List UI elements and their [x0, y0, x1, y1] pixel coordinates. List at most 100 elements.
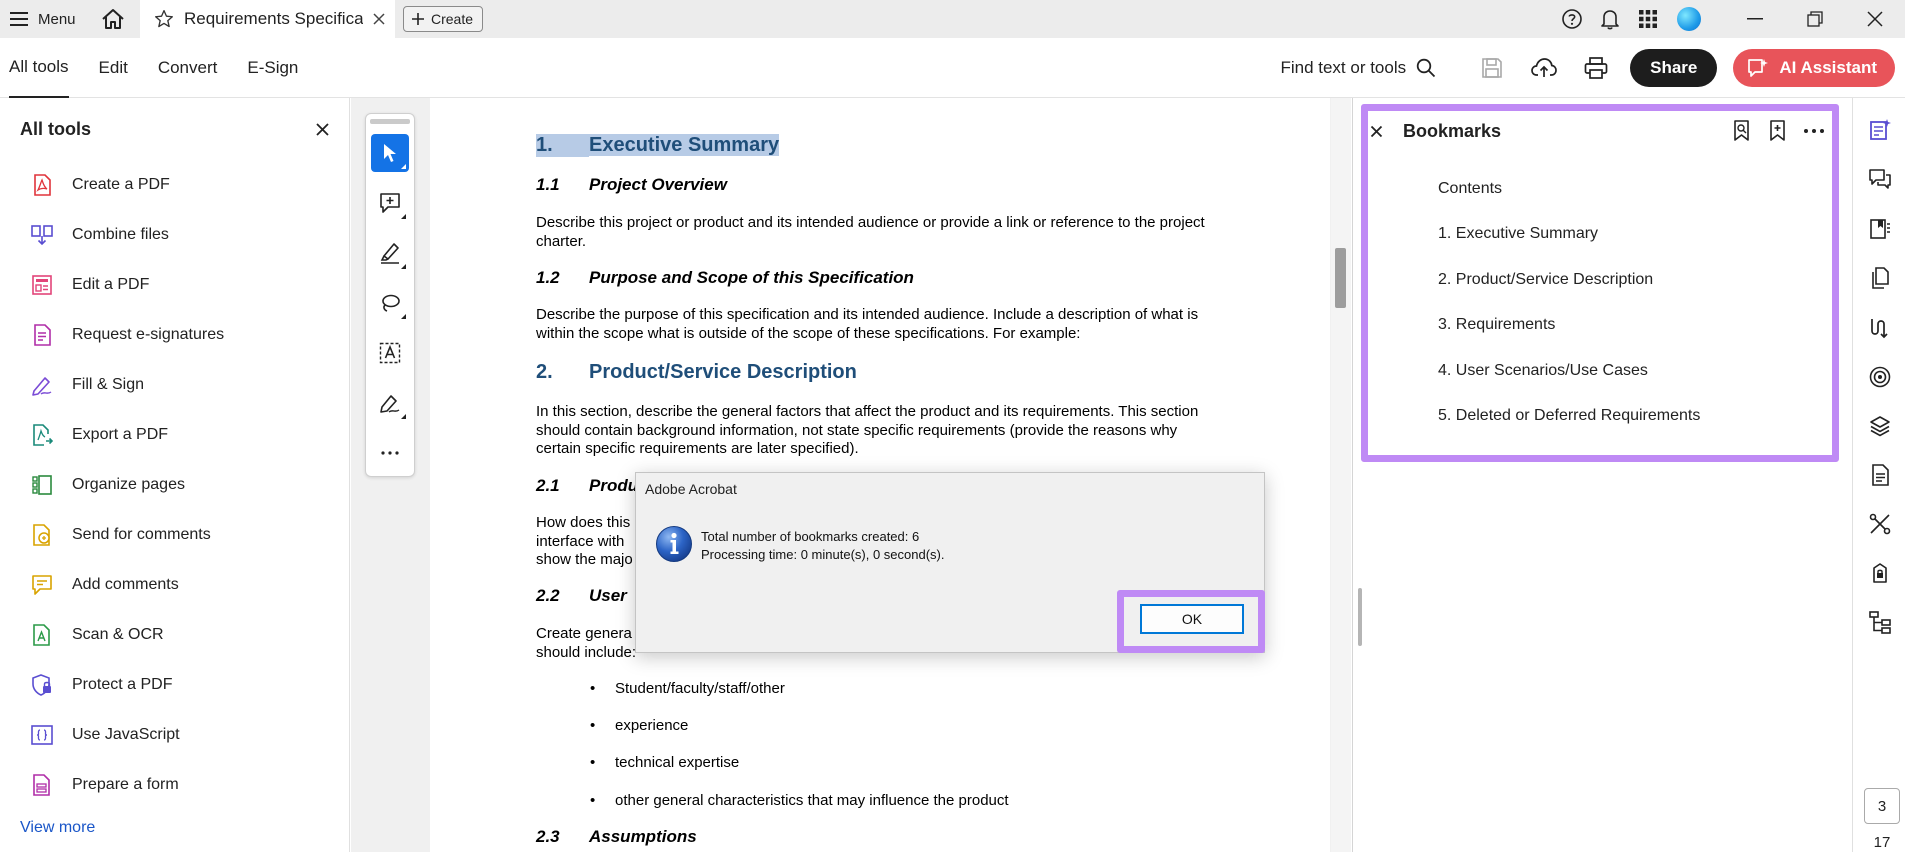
save-button[interactable] — [1466, 38, 1518, 98]
bookmark-item[interactable]: 5. Deleted or Deferred Requirements — [1438, 407, 1700, 425]
print-button[interactable] — [1570, 38, 1622, 98]
pages-rail-button[interactable] — [1867, 265, 1893, 291]
redact-rail-button[interactable] — [1867, 511, 1893, 537]
scan-ocr-icon — [30, 623, 54, 647]
bookmarks-icon — [1870, 219, 1890, 239]
document-properties-rail-button[interactable] — [1867, 462, 1893, 488]
home-button[interactable] — [86, 0, 140, 38]
text-box-tool-button[interactable] — [371, 334, 409, 372]
tool-protect-pdf[interactable]: Protect a PDF — [0, 660, 349, 710]
heading-text: Assumptions — [589, 827, 697, 846]
layers-icon — [1870, 416, 1890, 437]
add-bookmark-icon[interactable] — [1767, 120, 1789, 142]
panel-resize-handle[interactable] — [1358, 588, 1362, 646]
tool-send-for-comments[interactable]: Send for comments — [0, 510, 349, 560]
prepare-form-icon — [30, 773, 54, 797]
document-scrollbar[interactable] — [1331, 98, 1351, 852]
draw-tool-button[interactable] — [371, 284, 409, 322]
tool-prepare-form[interactable]: Prepare a form — [0, 760, 349, 810]
bookmark-item[interactable]: 1. Executive Summary — [1438, 225, 1598, 243]
help-button[interactable] — [1553, 0, 1591, 38]
tool-combine-files[interactable]: Combine files — [0, 210, 349, 260]
tool-organize-pages[interactable]: Organize pages — [0, 460, 349, 510]
tab-all-tools[interactable]: All tools — [9, 38, 69, 98]
more-tools-button[interactable] — [371, 434, 409, 472]
info-icon — [656, 526, 692, 562]
view-more-link[interactable]: View more — [20, 819, 95, 837]
heading-number: 2.2 — [536, 586, 560, 605]
close-bookmarks-icon[interactable] — [1370, 125, 1383, 138]
menu-button[interactable]: Menu — [0, 0, 86, 38]
comments-icon — [1869, 169, 1891, 189]
tool-fill-sign[interactable]: Fill & Sign — [0, 360, 349, 410]
create-button[interactable]: Create — [403, 6, 484, 32]
bookmark-search-icon[interactable] — [1731, 120, 1753, 142]
tab-convert[interactable]: Convert — [158, 38, 218, 98]
create-pdf-icon — [30, 173, 54, 197]
toolbar-grip[interactable] — [370, 119, 410, 124]
heading-assumptions: 2.3 Assumptions — [536, 827, 697, 847]
restore-button[interactable] — [1785, 0, 1845, 38]
accessibility-rail-button[interactable] — [1867, 560, 1893, 586]
heading-text: Product/Service Description — [589, 361, 857, 383]
heading-product-service-description: 2. Product/Service Description — [536, 361, 857, 384]
comments-rail-button[interactable] — [1867, 166, 1893, 192]
tool-create-pdf[interactable]: Create a PDF — [0, 160, 349, 210]
star-icon[interactable] — [154, 9, 174, 29]
paragraph: In this section, describe the general fa… — [536, 403, 1199, 457]
notifications-button[interactable] — [1591, 0, 1629, 38]
bookmark-item[interactable]: 3. Requirements — [1438, 316, 1555, 334]
tool-export-pdf[interactable]: Export a PDF — [0, 410, 349, 460]
heading-text: User — [589, 586, 627, 605]
tool-label: Protect a PDF — [72, 676, 173, 693]
message-line: Total number of bookmarks created: 6 — [701, 529, 920, 544]
apps-button[interactable] — [1629, 0, 1667, 38]
structure-rail-button[interactable] — [1867, 609, 1893, 635]
bookmark-item[interactable]: 2. Product/Service Description — [1438, 271, 1653, 289]
page-thumbnails-icon — [1872, 267, 1889, 289]
tab-e-sign[interactable]: E-Sign — [247, 38, 298, 98]
edit-pdf-icon — [30, 273, 54, 297]
stamp-rail-button[interactable] — [1867, 364, 1893, 390]
current-page-input[interactable]: 3 — [1864, 788, 1900, 824]
more-options-icon[interactable] — [1803, 128, 1825, 134]
close-panel-icon[interactable] — [316, 122, 329, 136]
ok-button[interactable]: OK — [1140, 604, 1244, 634]
sign-tool-button[interactable] — [371, 384, 409, 422]
add-comment-tool-button[interactable] — [371, 184, 409, 222]
message-line: Processing time: 0 minute(s), 0 second(s… — [701, 547, 945, 562]
all-tools-title: All tools — [20, 118, 91, 139]
heading-number: 1.2 — [536, 268, 560, 287]
upload-button[interactable] — [1518, 38, 1570, 98]
bullet-item: technical expertise — [590, 754, 739, 771]
close-window-button[interactable] — [1845, 0, 1905, 38]
tool-scan-ocr[interactable]: Scan & OCR — [0, 610, 349, 660]
ai-assistant-button[interactable]: AI Assistant — [1733, 48, 1895, 87]
select-tool-button[interactable] — [371, 134, 409, 172]
edit-document-rail-button[interactable] — [1867, 117, 1893, 143]
heading-number: 1.1 — [536, 175, 560, 194]
compare-rail-button[interactable] — [1867, 315, 1893, 341]
bookmark-item[interactable]: 4. User Scenarios/Use Cases — [1438, 362, 1648, 380]
minimize-button[interactable] — [1725, 0, 1785, 38]
tool-request-esignatures[interactable]: Request e-signatures — [0, 310, 349, 360]
tab-edit[interactable]: Edit — [99, 38, 128, 98]
document-tab[interactable]: Requirements Specifica... — [140, 0, 395, 38]
find-text-tools[interactable]: Find text or tools — [1280, 58, 1436, 78]
bookmarks-rail-button[interactable] — [1867, 216, 1893, 242]
bookmark-item[interactable]: Contents — [1438, 180, 1502, 198]
tool-edit-pdf[interactable]: Edit a PDF — [0, 260, 349, 310]
share-button[interactable]: Share — [1630, 48, 1718, 87]
tool-label: Scan & OCR — [72, 626, 164, 643]
scrollbar-thumb[interactable] — [1335, 248, 1346, 308]
highlight-tool-button[interactable] — [371, 234, 409, 272]
printer-icon — [1584, 56, 1608, 79]
restore-icon — [1807, 11, 1823, 27]
avatar[interactable] — [1677, 7, 1701, 31]
tool-use-javascript[interactable]: Use JavaScript — [0, 710, 349, 760]
ai-assistant-icon — [1748, 58, 1769, 77]
heading-number: 2. — [536, 361, 553, 383]
close-tab-icon[interactable] — [373, 13, 385, 25]
tool-add-comments[interactable]: Add comments — [0, 560, 349, 610]
layers-rail-button[interactable] — [1867, 413, 1893, 439]
